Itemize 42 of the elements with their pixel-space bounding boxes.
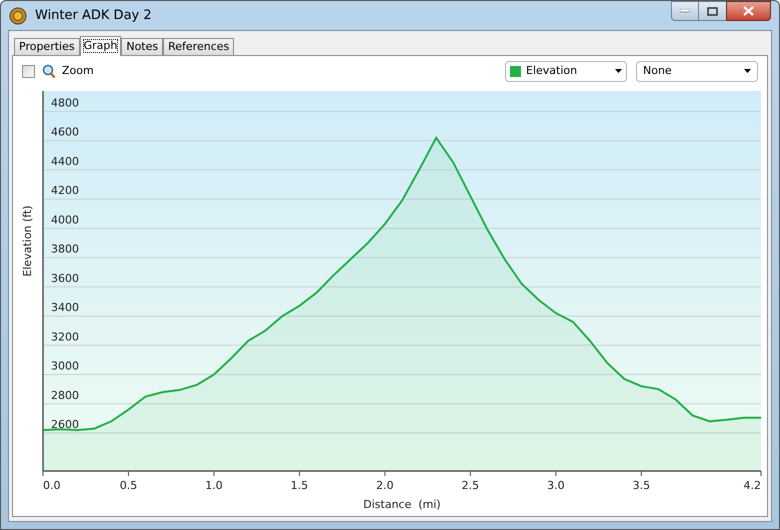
tick-label: 4.2 bbox=[744, 479, 761, 492]
tick-label: 4800 bbox=[51, 96, 79, 110]
tick-label: 3400 bbox=[51, 301, 79, 314]
tab[interactable]: References bbox=[163, 38, 234, 55]
tick-label: 2.0 bbox=[376, 479, 394, 492]
tick-label: 3.0 bbox=[547, 479, 565, 492]
tab[interactable]: Properties bbox=[14, 38, 80, 55]
tick-label: 3800 bbox=[51, 242, 79, 256]
tick-label: 0.5 bbox=[120, 479, 138, 492]
axis-title: Distance (mi) bbox=[363, 498, 441, 511]
secondary-series-dropdown[interactable]: None bbox=[636, 60, 758, 82]
close-icon bbox=[743, 6, 754, 16]
minimize-button[interactable] bbox=[671, 1, 699, 21]
tick-label: 4600 bbox=[51, 126, 79, 139]
tick-label: 1.5 bbox=[290, 479, 308, 492]
minimize-icon bbox=[680, 9, 690, 13]
tick-label: 4000 bbox=[51, 213, 79, 226]
tick-label: 3600 bbox=[51, 272, 79, 285]
axis-title: Elevation (ft) bbox=[21, 205, 34, 277]
series-dropdown[interactable]: Elevation bbox=[505, 60, 627, 82]
window-title: Winter ADK Day 2 bbox=[35, 6, 152, 25]
tick-label: 3000 bbox=[51, 360, 79, 373]
zoom-label: Zoom bbox=[62, 62, 94, 79]
tab[interactable]: Graph bbox=[80, 36, 122, 56]
tick-label: 3.5 bbox=[632, 479, 650, 492]
tick-label: 2.5 bbox=[462, 479, 480, 492]
dropdown-arrow-icon bbox=[744, 69, 751, 73]
restore-icon bbox=[707, 6, 718, 16]
tick-label: 1.0 bbox=[205, 479, 223, 492]
maximize-button[interactable] bbox=[699, 1, 726, 21]
tick-label: 0.0 bbox=[43, 479, 60, 492]
zoom-checkbox[interactable] bbox=[22, 64, 35, 78]
tick-label: 3200 bbox=[51, 330, 79, 344]
tab[interactable]: Notes bbox=[121, 38, 164, 55]
tick-label: 2800 bbox=[51, 388, 79, 402]
dropdown-arrow-icon bbox=[615, 69, 622, 73]
close-button[interactable] bbox=[726, 1, 771, 21]
app-logo-icon bbox=[9, 6, 27, 24]
magnifier-icon bbox=[42, 64, 56, 78]
tick-label: 4400 bbox=[51, 154, 79, 168]
tick-label: 2600 bbox=[51, 418, 79, 431]
tick-label: 4200 bbox=[51, 184, 79, 198]
